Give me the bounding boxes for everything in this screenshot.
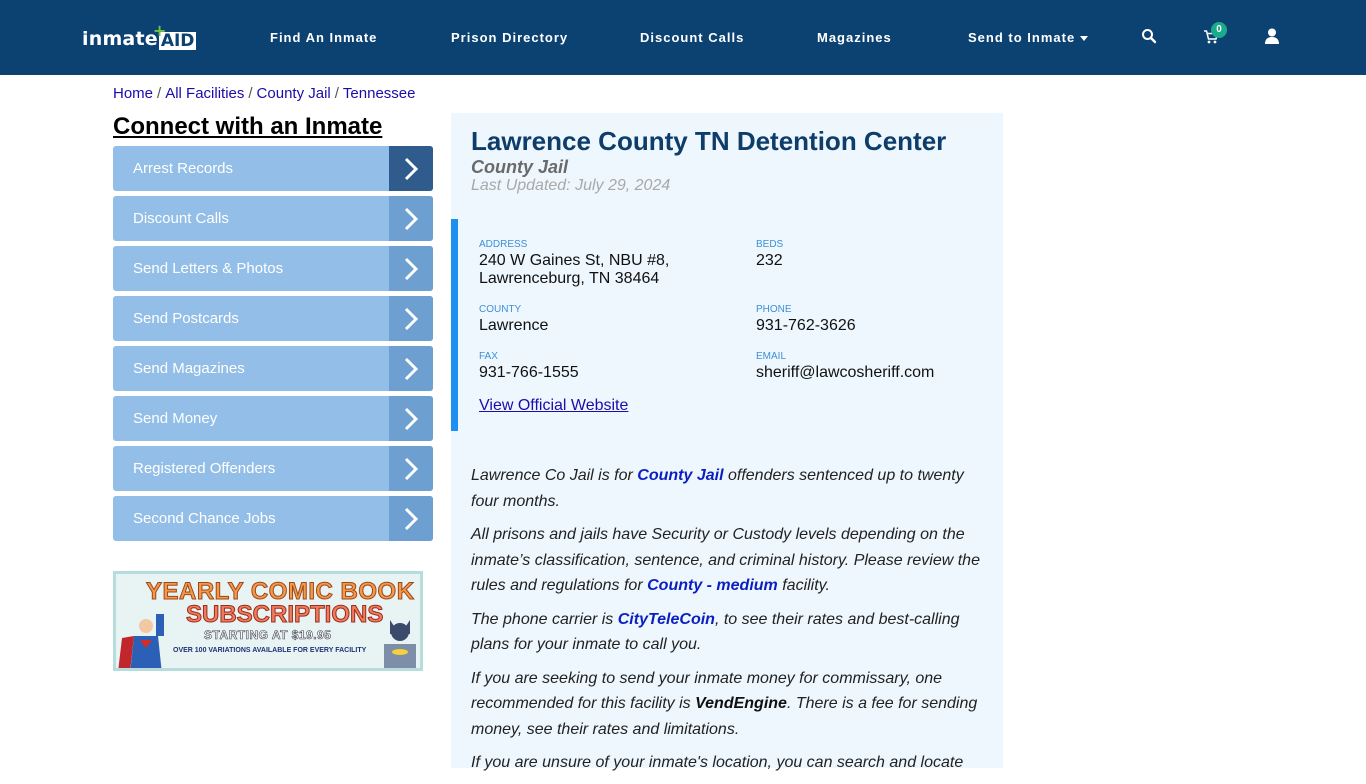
breadcrumb-separator: / xyxy=(248,85,253,102)
facility-name: Lawrence County TN Detention Center xyxy=(471,126,947,156)
address-line-1: 240 W Gaines St, NBU #8, xyxy=(479,252,670,269)
nav-send-to-inmate[interactable]: Send to Inmate xyxy=(968,30,1089,45)
county-value: Lawrence xyxy=(479,317,549,334)
breadcrumb-separator: / xyxy=(157,85,162,102)
sidebar-item-send-letters-photos[interactable]: Send Letters & Photos xyxy=(113,246,433,291)
search-icon[interactable] xyxy=(1141,28,1159,46)
chevron-right-icon xyxy=(389,246,433,291)
superhero-illustration xyxy=(118,614,164,668)
text: facility. xyxy=(777,577,830,594)
county-jail-link[interactable]: County Jail xyxy=(637,467,723,484)
address-field: ADDRESS 240 W Gaines St, NBU #8, Lawrenc… xyxy=(479,239,669,288)
vendengine-name: VendEngine xyxy=(695,695,787,712)
address-label: ADDRESS xyxy=(479,239,528,250)
description-paragraph: Lawrence Co Jail is for County Jail offe… xyxy=(471,463,986,514)
sidebar-menu: Arrest Records Discount Calls Send Lette… xyxy=(113,146,433,546)
description-paragraph: If you are unsure of your inmate's locat… xyxy=(471,754,964,771)
sidebar-item-label: Discount Calls xyxy=(133,210,229,227)
banner-tagline: OVER 100 VARIATIONS AVAILABLE FOR EVERY … xyxy=(173,647,367,654)
breadcrumb-home[interactable]: Home xyxy=(113,85,153,102)
sidebar-item-send-money[interactable]: Send Money xyxy=(113,396,433,441)
beds-value: 232 xyxy=(756,252,783,269)
nav-magazines[interactable]: Magazines xyxy=(817,30,892,45)
sidebar-item-label: Arrest Records xyxy=(133,160,234,177)
nav-discount-calls[interactable]: Discount Calls xyxy=(640,30,744,45)
banner-subheadline: SUBSCRIPTIONS xyxy=(185,601,384,629)
breadcrumb-all-facilities[interactable]: All Facilities xyxy=(165,85,244,102)
caret-down-icon xyxy=(1080,36,1089,42)
county-medium-link[interactable]: County - medium xyxy=(647,577,778,594)
connect-with-inmate-heading: Connect with an Inmate xyxy=(113,113,383,140)
comic-book-subscription-banner[interactable]: YEARLY COMIC BOOK SUBSCRIPTIONS STARTING… xyxy=(113,571,423,671)
beds-field: BEDS 232 xyxy=(756,239,783,270)
sidebar-item-label: Send Postcards xyxy=(133,310,239,327)
last-updated: Last Updated: July 29, 2024 xyxy=(471,177,671,194)
sidebar-item-label: Second Chance Jobs xyxy=(133,510,276,527)
chevron-right-icon xyxy=(389,146,433,191)
chevron-right-icon xyxy=(389,446,433,491)
sidebar-item-second-chance-jobs[interactable]: Second Chance Jobs xyxy=(113,496,433,541)
chevron-right-icon xyxy=(389,296,433,341)
beds-label: BEDS xyxy=(756,239,784,250)
cart-count-badge: 0 xyxy=(1211,22,1227,38)
nav-send-to-inmate-label: Send to Inmate xyxy=(968,30,1076,45)
email-field: EMAIL sheriff@lawcosheriff.com xyxy=(756,351,934,382)
email-value[interactable]: sheriff@lawcosheriff.com xyxy=(756,364,934,382)
facility-description: Lawrence Co Jail is for County Jail offe… xyxy=(471,463,986,784)
breadcrumb-county-jail[interactable]: County Jail xyxy=(257,85,331,102)
logo-text: inmate xyxy=(82,28,158,50)
phone-value[interactable]: 931-762-3626 xyxy=(756,317,856,335)
nav-prison-directory[interactable]: Prison Directory xyxy=(451,30,568,45)
logo-aid-box: + AID xyxy=(153,22,197,50)
breadcrumb: Home / All Facilities / County Jail / Tennesse… xyxy=(113,85,415,102)
phone-label: PHONE xyxy=(756,304,792,315)
facility-type: County Jail xyxy=(471,157,569,177)
user-icon[interactable] xyxy=(1265,28,1283,46)
batman-illustration xyxy=(384,620,416,668)
fax-label: FAX xyxy=(479,351,498,362)
sidebar-item-discount-calls[interactable]: Discount Calls xyxy=(113,196,433,241)
description-paragraph: All prisons and jails have Security or C… xyxy=(471,522,986,599)
sidebar-item-label: Send Letters & Photos xyxy=(133,260,284,277)
text: The phone carrier is xyxy=(471,610,618,628)
phone-field: PHONE 931-762-3626 xyxy=(756,304,856,335)
sidebar-item-arrest-records[interactable]: Arrest Records xyxy=(113,146,433,191)
inmateaid-logo[interactable]: inmate + AID xyxy=(82,22,197,50)
sidebar-item-label: Registered Offenders xyxy=(133,460,276,477)
facility-info-card: ADDRESS 240 W Gaines St, NBU #8, Lawrenc… xyxy=(451,219,1003,431)
email-label: EMAIL xyxy=(756,351,787,362)
fax-field: FAX 931-766-1555 xyxy=(479,351,579,382)
breadcrumb-separator: / xyxy=(334,85,339,102)
county-field: COUNTY Lawrence xyxy=(479,304,548,335)
nav-find-an-inmate[interactable]: Find An Inmate xyxy=(270,30,377,45)
description-paragraph: The phone carrier is CityTeleCoin, to se… xyxy=(471,607,986,658)
citytelecoin-link[interactable]: CityTeleCoin xyxy=(618,611,715,628)
fax-value: 931-766-1555 xyxy=(479,364,579,381)
sidebar-item-send-postcards[interactable]: Send Postcards xyxy=(113,296,433,341)
facility-panel: Lawrence County TN Detention Center Coun… xyxy=(451,113,1003,771)
description-paragraph: If you are seeking to send your inmate m… xyxy=(471,666,986,743)
view-official-website-link[interactable]: View Official Website xyxy=(479,397,628,415)
top-navbar: inmate + AID Find An Inmate Prison Direct… xyxy=(0,0,1366,75)
address-line-2: Lawrenceburg, TN 38464 xyxy=(479,270,660,287)
sidebar-item-send-magazines[interactable]: Send Magazines xyxy=(113,346,433,391)
plus-icon: + xyxy=(152,21,167,40)
sidebar-item-registered-offenders[interactable]: Registered Offenders xyxy=(113,446,433,491)
chevron-right-icon xyxy=(389,346,433,391)
chevron-right-icon xyxy=(389,496,433,541)
breadcrumb-tennessee[interactable]: Tennessee xyxy=(343,85,416,102)
sidebar-item-label: Send Magazines xyxy=(133,360,245,377)
sidebar-item-label: Send Money xyxy=(133,410,218,427)
chevron-right-icon xyxy=(389,196,433,241)
chevron-right-icon xyxy=(389,396,433,441)
banner-price: STARTING AT $19.95 xyxy=(204,628,332,643)
text: Lawrence Co Jail is for xyxy=(471,467,638,484)
county-label: COUNTY xyxy=(479,304,522,315)
